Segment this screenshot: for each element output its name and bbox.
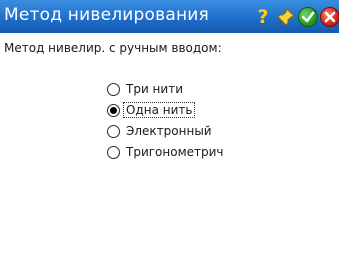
radio-button[interactable]: [107, 82, 120, 96]
ok-icon[interactable]: [298, 7, 318, 27]
radio-option-trigonometric[interactable]: Тригонометрич: [107, 143, 224, 161]
radio-button[interactable]: [107, 124, 120, 138]
radio-button-selected[interactable]: [107, 103, 120, 117]
window-title: Метод нивелирования: [4, 5, 209, 25]
help-icon[interactable]: ?: [253, 7, 273, 27]
radio-option-electronic[interactable]: Электронный: [107, 122, 214, 140]
radio-option-label: Электронный: [126, 124, 212, 138]
close-icon[interactable]: [320, 7, 339, 27]
pin-icon[interactable]: [276, 7, 296, 27]
radio-button[interactable]: [107, 145, 120, 159]
method-prompt-label: Метод нивелир. с ручным вводом:: [4, 41, 222, 55]
radio-option-label: Три нити: [126, 82, 183, 96]
radio-option-label: Одна нить: [122, 102, 196, 118]
radio-option-three-wires[interactable]: Три нити: [107, 80, 185, 98]
radio-option-label: Тригонометрич: [126, 145, 224, 159]
title-bar: Метод нивелирования ?: [0, 0, 339, 33]
radio-option-one-wire[interactable]: Одна нить: [107, 101, 196, 119]
